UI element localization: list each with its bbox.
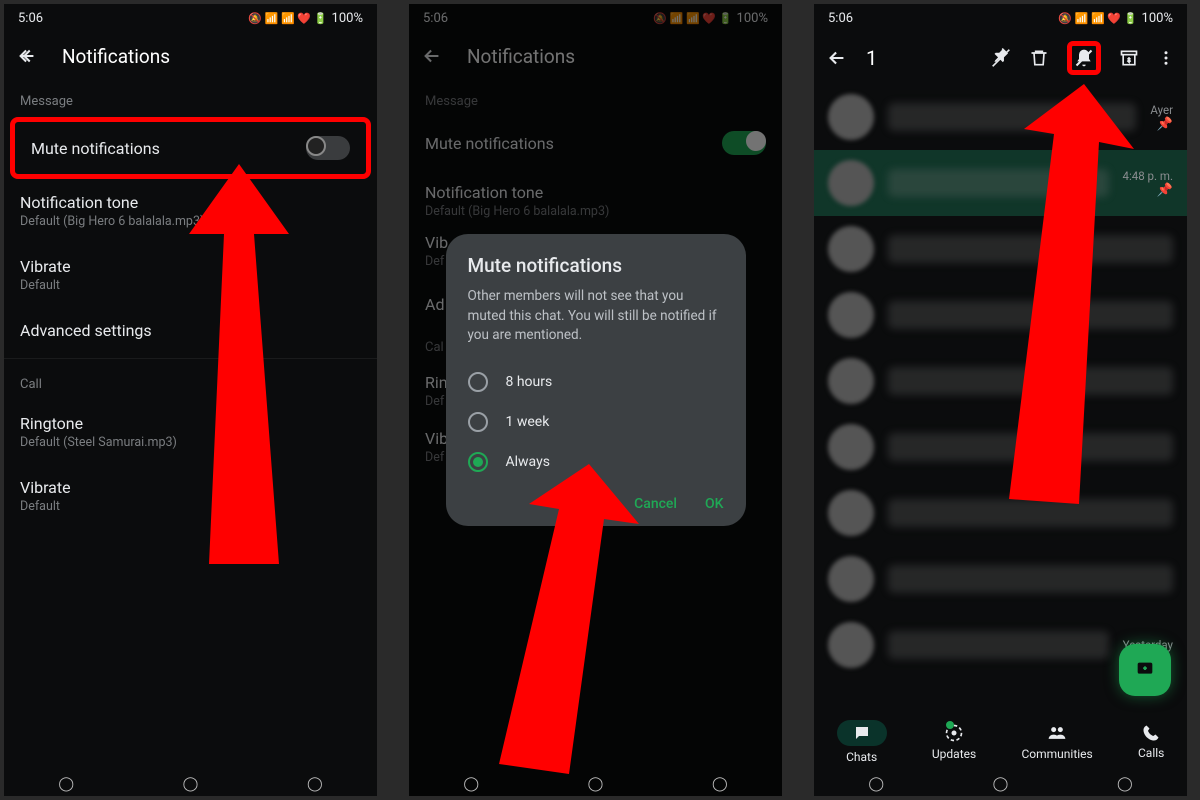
vibrate-row[interactable]: Vibrate Default (4, 243, 377, 307)
status-bar: 5:06 🔕 📶 📶 ❤️ 🔋 100% (814, 4, 1187, 32)
unpin-icon[interactable] (991, 48, 1011, 68)
nav-back-icon[interactable]: ◯ (1117, 776, 1133, 792)
status-icons: 🔕 📶 📶 ❤️ 🔋 (1058, 12, 1137, 25)
pin-icon: 📌 (1157, 183, 1173, 198)
ringtone-row[interactable]: Ringtone Default (Steel Samurai.mp3) (4, 400, 377, 464)
system-navbar: ◯ ◯ ◯ (409, 772, 782, 796)
nav-recent-icon[interactable]: ◯ (868, 776, 884, 792)
cancel-button[interactable]: Cancel (634, 496, 677, 512)
system-navbar: ◯ ◯ ◯ (4, 772, 377, 796)
chat-item[interactable] (814, 414, 1187, 480)
nav-updates[interactable]: Updates (932, 723, 976, 761)
communities-icon (1046, 723, 1068, 743)
more-icon[interactable] (1157, 49, 1175, 67)
nav-back-icon[interactable]: ◯ (307, 776, 323, 792)
archive-icon[interactable] (1119, 48, 1139, 68)
chat-item-selected[interactable]: 4:48 p. m.📌 (814, 150, 1187, 216)
vibrate-call-row[interactable]: Vibrate Default (4, 464, 377, 528)
screenshot-1: 5:06 🔕 📶 📶 ❤️ 🔋 100% Notifications Messa… (4, 4, 377, 796)
page-title: Notifications (62, 45, 170, 68)
section-call: Call (4, 363, 377, 400)
screenshot-2: 5:06 🔕 📶 📶 ❤️ 🔋 100% Notifications Messa… (409, 4, 782, 796)
status-icons: 🔕 📶 📶 ❤️ 🔋 (248, 12, 327, 25)
new-chat-fab[interactable] (1119, 644, 1171, 696)
chat-item[interactable] (814, 480, 1187, 546)
option-always[interactable]: Always (468, 442, 724, 482)
calls-icon (1142, 724, 1160, 742)
app-header: Notifications (4, 32, 377, 80)
radio-icon (468, 372, 488, 392)
chat-icon (837, 720, 887, 746)
nav-home-icon[interactable]: ◯ (183, 776, 199, 792)
mute-icon-highlighted[interactable] (1067, 41, 1101, 75)
back-icon[interactable] (16, 45, 38, 67)
system-navbar: ◯ ◯ ◯ (814, 772, 1187, 796)
ok-button[interactable]: OK (705, 496, 724, 512)
divider (4, 358, 377, 359)
section-message: Message (4, 80, 377, 117)
nav-recent-icon[interactable]: ◯ (58, 776, 74, 792)
clock: 5:06 (18, 11, 43, 26)
delete-icon[interactable] (1029, 48, 1049, 68)
nav-communities[interactable]: Communities (1021, 723, 1092, 761)
selection-header: 1 (814, 32, 1187, 84)
option-8hours[interactable]: 8 hours (468, 362, 724, 402)
nav-home-icon[interactable]: ◯ (588, 776, 604, 792)
radio-selected-icon (468, 452, 488, 472)
mute-dialog: Mute notifications Other members will no… (446, 234, 746, 526)
mute-label: Mute notifications (31, 139, 160, 158)
chat-item[interactable] (814, 282, 1187, 348)
chat-item[interactable]: Ayer📌 (814, 84, 1187, 150)
dialog-desc: Other members will not see that you mute… (468, 287, 724, 346)
nav-back-icon[interactable]: ◯ (712, 776, 728, 792)
pin-icon: 📌 (1157, 117, 1173, 132)
notification-tone-row[interactable]: Notification tone Default (Big Hero 6 ba… (4, 179, 377, 243)
avatar (828, 160, 874, 206)
selection-count: 1 (866, 46, 973, 70)
chat-item[interactable] (814, 348, 1187, 414)
chat-item[interactable] (814, 216, 1187, 282)
nav-recent-icon[interactable]: ◯ (463, 776, 479, 792)
back-icon[interactable] (826, 47, 848, 69)
nav-calls[interactable]: Calls (1138, 724, 1164, 760)
advanced-settings-row[interactable]: Advanced settings (4, 307, 377, 354)
clock: 5:06 (828, 11, 853, 26)
nav-chats[interactable]: Chats (837, 720, 887, 764)
status-bar: 5:06 🔕 📶 📶 ❤️ 🔋 100% (4, 4, 377, 32)
mute-toggle[interactable] (306, 136, 350, 160)
dialog-title: Mute notifications (468, 254, 724, 277)
nav-home-icon[interactable]: ◯ (993, 776, 1009, 792)
avatar (828, 94, 874, 140)
option-1week[interactable]: 1 week (468, 402, 724, 442)
mute-notifications-row[interactable]: Mute notifications (10, 117, 371, 179)
chat-item[interactable] (814, 546, 1187, 612)
battery-pct: 100% (1142, 11, 1173, 26)
screenshot-3: 5:06 🔕 📶 📶 ❤️ 🔋 100% 1 (814, 4, 1187, 796)
radio-icon (468, 412, 488, 432)
battery-pct: 100% (332, 11, 363, 26)
bottom-nav: Chats Updates Communities Calls (814, 712, 1187, 772)
